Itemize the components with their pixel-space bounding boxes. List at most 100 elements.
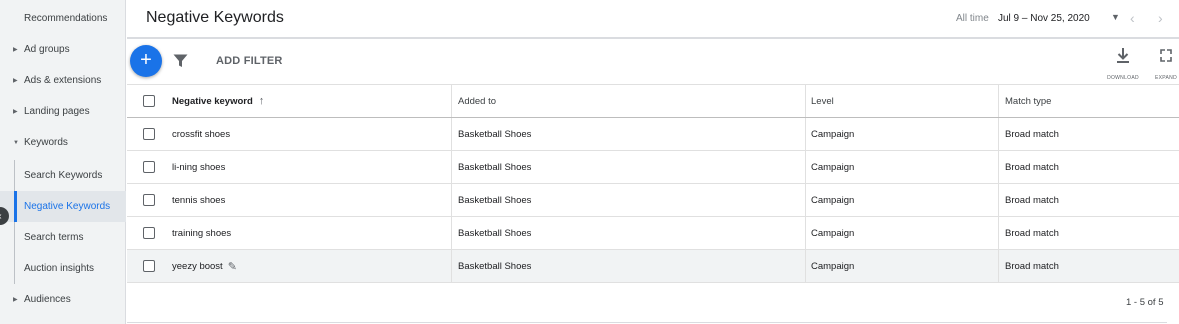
column-divider xyxy=(998,118,999,150)
column-divider xyxy=(451,184,452,216)
row-checkbox[interactable] xyxy=(143,194,155,206)
sidebar-item-ads-extensions[interactable]: ▶ Ads & extensions xyxy=(0,65,126,96)
column-divider xyxy=(998,85,999,117)
row-checkbox[interactable] xyxy=(143,128,155,140)
sidebar-item-label: Negative Keywords xyxy=(24,201,111,212)
sidebar-item-label: Auction insights xyxy=(24,263,95,274)
pagination-info: 1 - 5 of 5 xyxy=(1126,297,1164,308)
level-cell: Campaign xyxy=(811,194,855,206)
match-type-cell: Broad match xyxy=(1005,260,1059,272)
add-filter-button[interactable]: ADD FILTER xyxy=(216,55,283,67)
column-divider xyxy=(998,217,999,249)
added-to-cell: Basketball Shoes xyxy=(458,161,532,173)
keyword-cell: yeezy boost ✎ xyxy=(172,250,237,282)
table-row[interactable]: yeezy boost ✎ Basketball Shoes Campaign … xyxy=(127,250,1179,283)
sidebar: Recommendations ▶ Ad groups ▶ Ads & exte… xyxy=(0,0,126,324)
column-divider xyxy=(451,118,452,150)
column-divider xyxy=(805,217,806,249)
header-divider xyxy=(127,37,1179,39)
match-type-cell: Broad match xyxy=(1005,194,1059,206)
table-header-row: Negative keyword ↑ Added to Level Match … xyxy=(127,84,1179,118)
column-divider xyxy=(805,250,806,282)
added-to-cell: Basketball Shoes xyxy=(458,260,532,272)
column-header-match-type[interactable]: Match type xyxy=(1005,85,1051,117)
download-icon xyxy=(1117,48,1129,63)
sidebar-item-landing-pages[interactable]: ▶ Landing pages xyxy=(0,96,126,127)
column-divider xyxy=(451,217,452,249)
table-row[interactable]: tennis shoes Basketball Shoes Campaign B… xyxy=(127,184,1179,217)
column-divider xyxy=(451,151,452,183)
sidebar-item-label: Ad groups xyxy=(24,44,70,55)
row-checkbox[interactable] xyxy=(143,227,155,239)
expand-button[interactable]: EXPAND xyxy=(1146,46,1179,81)
sidebar-item-label: Audiences xyxy=(24,294,71,305)
sidebar-item-label: Recommendations xyxy=(24,13,108,24)
match-type-cell: Broad match xyxy=(1005,227,1059,239)
sidebar-item-auction-insights[interactable]: Auction insights xyxy=(0,253,126,284)
sidebar-item-negative-keywords[interactable]: Negative Keywords xyxy=(0,191,126,222)
select-all-checkbox[interactable] xyxy=(143,95,155,107)
column-header-added-to[interactable]: Added to xyxy=(458,85,496,117)
column-divider xyxy=(805,118,806,150)
match-type-cell: Broad match xyxy=(1005,161,1059,173)
level-cell: Campaign xyxy=(811,161,855,173)
keyword-cell: crossfit shoes xyxy=(172,128,231,140)
match-type-cell: Broad match xyxy=(1005,128,1059,140)
previous-period-icon[interactable]: ‹ xyxy=(1130,10,1135,26)
column-divider xyxy=(998,250,999,282)
column-header-negative-keyword[interactable]: Negative keyword ↑ xyxy=(172,85,264,117)
download-label: DOWNLOAD xyxy=(1107,75,1139,81)
sidebar-item-ad-groups[interactable]: ▶ Ad groups xyxy=(0,34,126,65)
table-footer-divider xyxy=(127,322,1167,323)
column-divider xyxy=(451,85,452,117)
edit-pencil-icon[interactable]: ✎ xyxy=(228,260,237,273)
added-to-cell: Basketball Shoes xyxy=(458,227,532,239)
download-button[interactable]: DOWNLOAD xyxy=(1103,46,1143,81)
column-divider xyxy=(805,151,806,183)
added-to-cell: Basketball Shoes xyxy=(458,194,532,206)
dropdown-arrow-icon[interactable]: ▼ xyxy=(1111,12,1120,22)
sidebar-item-label: Search Keywords xyxy=(24,170,103,181)
column-divider xyxy=(998,151,999,183)
expand-icon xyxy=(1160,49,1172,62)
caret-right-icon: ▶ xyxy=(13,78,18,84)
keyword-cell: li-ning shoes xyxy=(172,161,226,173)
column-divider xyxy=(805,184,806,216)
sidebar-item-label: Keywords xyxy=(24,137,68,148)
row-checkbox[interactable] xyxy=(143,260,155,272)
level-cell: Campaign xyxy=(811,128,855,140)
column-header-level[interactable]: Level xyxy=(811,85,834,117)
level-cell: Campaign xyxy=(811,260,855,272)
filter-icon[interactable] xyxy=(173,54,188,68)
keyword-cell: training shoes xyxy=(172,227,232,239)
level-cell: Campaign xyxy=(811,227,855,239)
caret-right-icon: ▶ xyxy=(13,47,18,53)
keyword-cell: tennis shoes xyxy=(172,194,226,206)
next-period-icon[interactable]: › xyxy=(1158,10,1163,26)
negative-keywords-table: Negative keyword ↑ Added to Level Match … xyxy=(127,84,1179,283)
sidebar-item-keywords[interactable]: ▼ Keywords xyxy=(0,127,126,158)
sidebar-item-search-keywords[interactable]: Search Keywords xyxy=(0,160,126,191)
sidebar-item-label: Landing pages xyxy=(24,106,90,117)
expand-label: EXPAND xyxy=(1155,75,1177,81)
column-divider xyxy=(451,250,452,282)
page-title: Negative Keywords xyxy=(146,9,284,26)
sidebar-item-label: Ads & extensions xyxy=(24,75,102,86)
column-divider xyxy=(805,85,806,117)
sidebar-item-label: Search terms xyxy=(24,232,84,243)
row-checkbox[interactable] xyxy=(143,161,155,173)
keyword-text: yeezy boost xyxy=(172,260,223,272)
table-row[interactable]: li-ning shoes Basketball Shoes Campaign … xyxy=(127,151,1179,184)
add-negative-keyword-button[interactable]: + xyxy=(130,45,162,77)
sidebar-item-recommendations[interactable]: Recommendations xyxy=(0,3,126,34)
added-to-cell: Basketball Shoes xyxy=(458,128,532,140)
sort-ascending-icon[interactable]: ↑ xyxy=(259,95,265,107)
caret-down-icon: ▼ xyxy=(13,139,19,146)
date-range-selector[interactable]: Jul 9 – Nov 25, 2020 xyxy=(998,13,1090,24)
table-row[interactable]: training shoes Basketball Shoes Campaign… xyxy=(127,217,1179,250)
caret-right-icon: ▶ xyxy=(13,109,18,115)
date-range-label: All time xyxy=(956,13,989,24)
sidebar-item-audiences[interactable]: ▶ Audiences xyxy=(0,284,126,315)
sidebar-item-search-terms[interactable]: Search terms xyxy=(0,222,126,253)
table-row[interactable]: crossfit shoes Basketball Shoes Campaign… xyxy=(127,118,1179,151)
